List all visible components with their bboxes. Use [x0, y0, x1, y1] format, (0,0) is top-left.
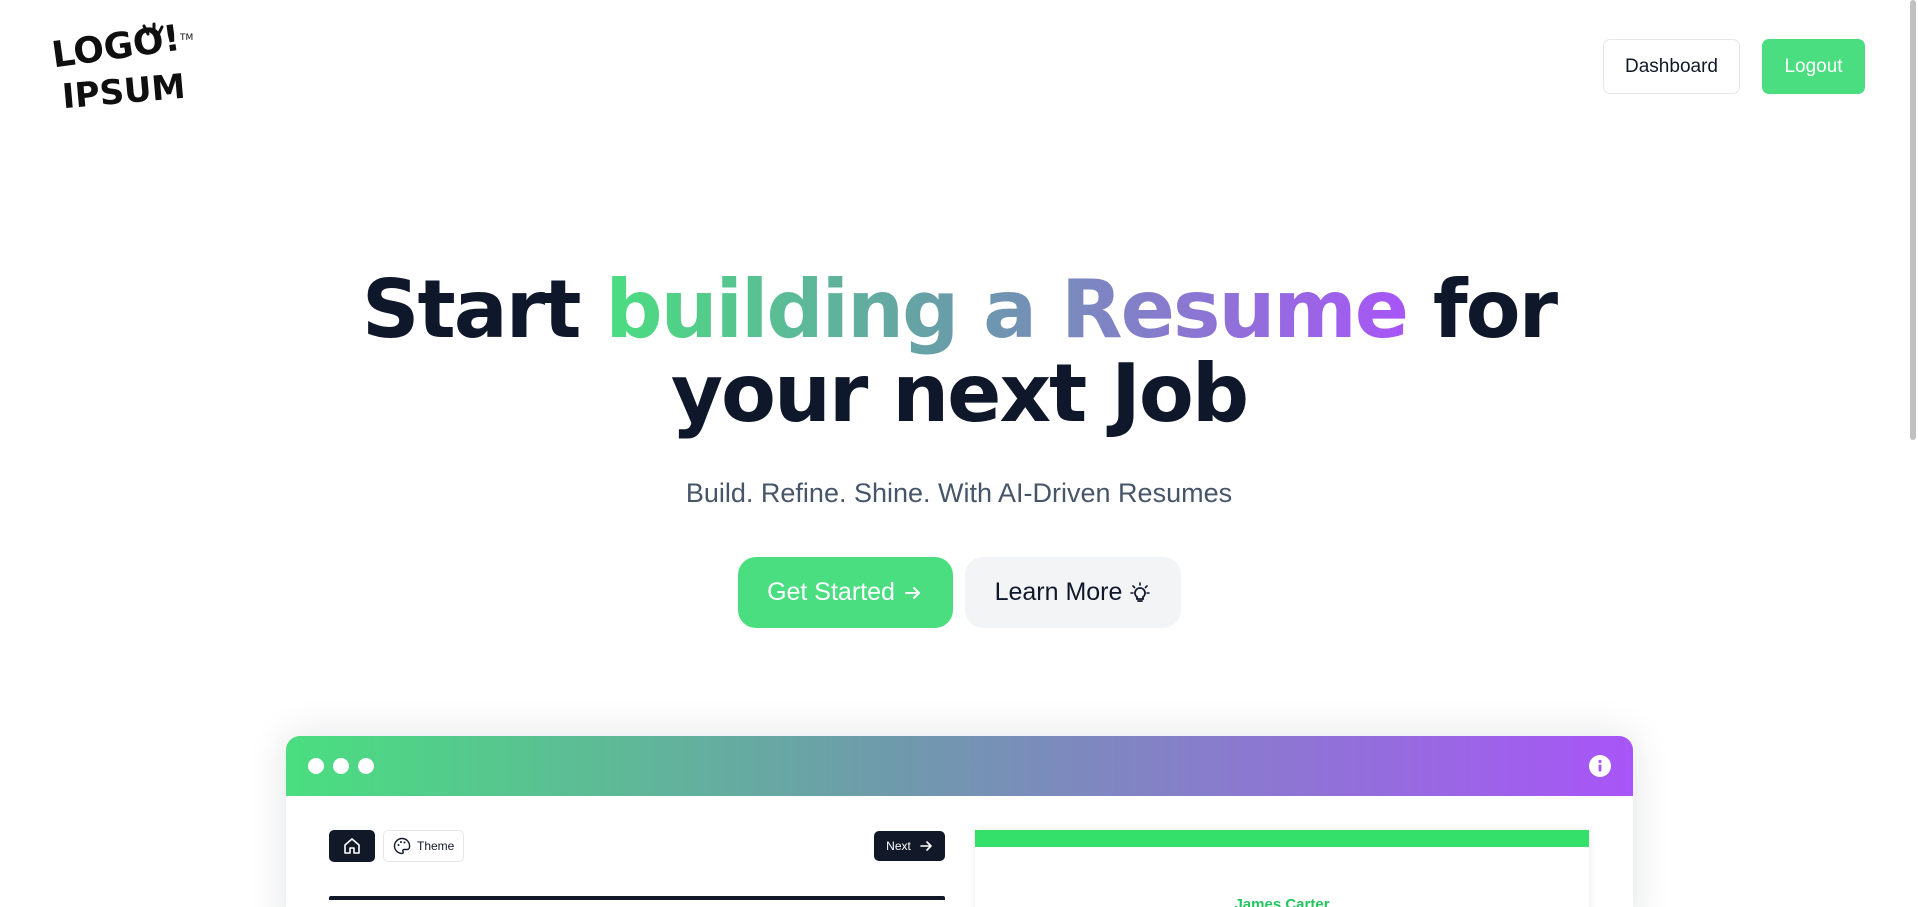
hero-title-start: Start — [361, 263, 582, 356]
lightbulb-icon — [1130, 581, 1151, 602]
resume-name: James Carter — [1234, 896, 1330, 907]
editor-form-top — [329, 896, 945, 900]
hero-title: Start building a Resume for your next Jo… — [0, 268, 1918, 436]
preview-title-bar — [286, 736, 1633, 796]
svg-text:IPSUM: IPSUM — [61, 67, 188, 112]
learn-more-button[interactable]: Learn More — [964, 557, 1181, 628]
page-scrollbar[interactable] — [1910, 0, 1916, 440]
next-button[interactable]: Next — [874, 831, 945, 861]
app-preview-window: Theme Next James Carter — [286, 736, 1633, 907]
get-started-button[interactable]: Get Started — [737, 557, 953, 628]
hero-title-line2: your next Job — [670, 347, 1249, 440]
svg-text:TM: TM — [179, 33, 193, 43]
logo[interactable]: LOGO! IPSUM TM — [49, 18, 198, 117]
window-dot — [308, 758, 324, 774]
arrow-right-icon — [904, 586, 920, 599]
logout-button[interactable]: Logout — [1762, 39, 1865, 94]
logo-mark-icon: LOGO! IPSUM TM — [49, 18, 193, 117]
resume-accent-bar — [975, 830, 1589, 847]
hero-title-gradient: building a Resume — [605, 263, 1409, 356]
window-dot — [358, 758, 374, 774]
hero-title-for: for — [1432, 263, 1558, 356]
next-label: Next — [886, 839, 911, 853]
editor-toolbar: Theme Next — [329, 830, 945, 862]
info-icon[interactable] — [1589, 755, 1611, 777]
resume-preview-card: James Carter — [975, 830, 1589, 907]
get-started-label: Get Started — [767, 578, 895, 606]
theme-label: Theme — [417, 839, 455, 853]
home-button[interactable] — [329, 830, 375, 862]
hero-subtitle: Build. Refine. Shine. With AI-Driven Res… — [685, 478, 1233, 508]
palette-icon — [393, 837, 411, 855]
home-icon — [344, 838, 360, 854]
learn-more-label: Learn More — [994, 578, 1123, 606]
arrow-right-icon — [920, 841, 932, 851]
window-dot — [333, 758, 349, 774]
cta-row: Get Started Learn More — [0, 557, 1918, 628]
header-actions: Dashboard Logout — [1603, 39, 1865, 94]
theme-button[interactable]: Theme — [383, 830, 465, 862]
dashboard-button[interactable]: Dashboard — [1603, 39, 1740, 94]
window-controls — [308, 758, 374, 774]
